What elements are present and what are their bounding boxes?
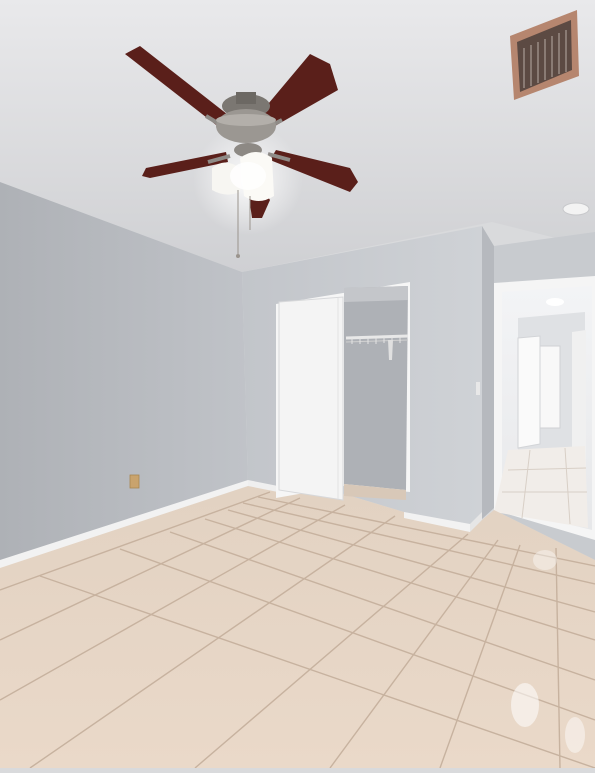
closet-door-icon (276, 282, 410, 501)
room-illustration (0, 0, 595, 769)
smoke-detector-icon (562, 202, 590, 216)
light-switch-icon (476, 382, 480, 395)
room-photo (0, 0, 595, 769)
hallway-doorway-icon (494, 276, 595, 540)
wall-outlet-icon (129, 474, 140, 489)
